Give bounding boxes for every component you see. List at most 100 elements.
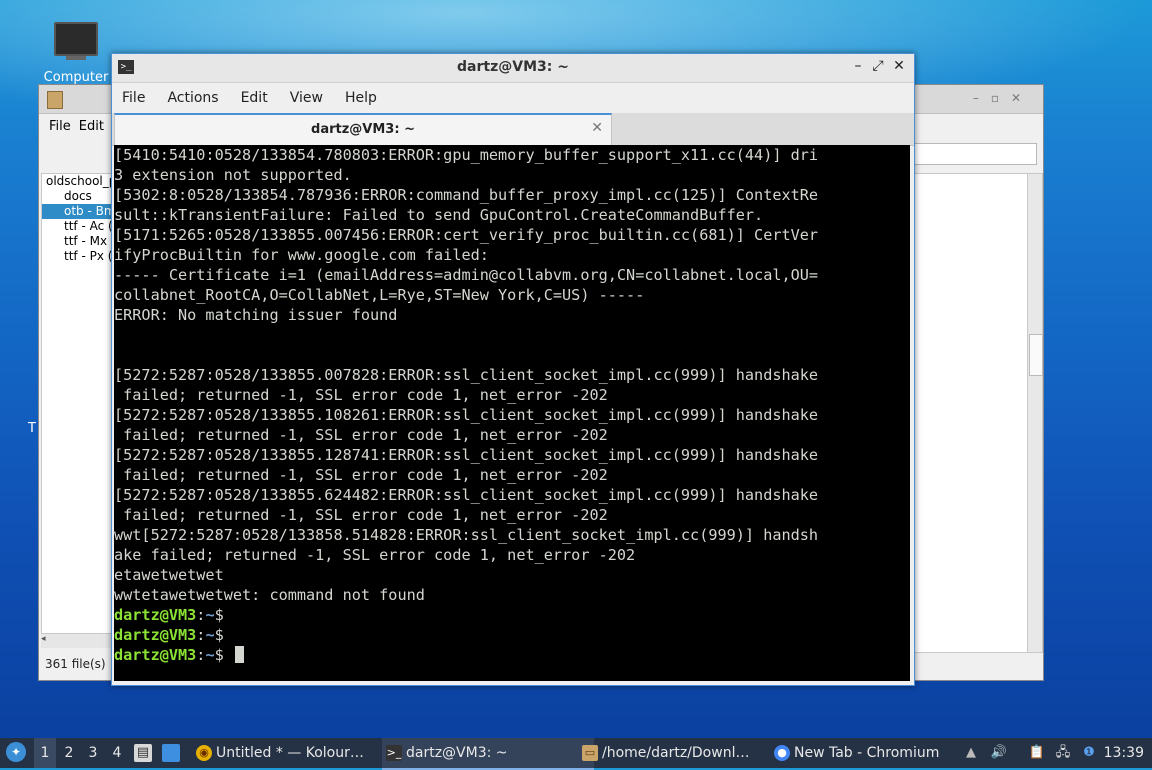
chromium-icon: ● (774, 745, 790, 761)
clipboard-icon[interactable]: 📋 (1028, 744, 1046, 762)
kolourpaint-icon: ◉ (196, 745, 212, 761)
terminal-menubar: File Actions Edit View Help (112, 83, 914, 113)
tree-item[interactable]: ttf - Ac ( (42, 219, 114, 234)
prompt-path: ~ (205, 626, 215, 644)
desktop-computer-label: Computer (43, 70, 109, 85)
task-kolourpaint[interactable]: ◉ Untitled * — Kolour… (192, 738, 402, 768)
terminal-tab[interactable]: dartz@VM3: ~ ✕ (114, 113, 612, 146)
terminal-line: sult::kTransientFailure: Failed to send … (114, 206, 764, 224)
tree-item[interactable]: docs (42, 189, 114, 204)
task-label: New Tab - Chromium (794, 745, 940, 761)
terminal-output[interactable]: [5410:5410:0528/133854.780803:ERROR:gpu_… (114, 145, 910, 681)
prompt-symbol: $ (214, 646, 224, 664)
terminal-cursor (234, 646, 244, 663)
terminal-line: [5272:5287:0528/133855.007828:ERROR:ssl_… (114, 366, 819, 384)
volume-icon[interactable]: 🔊 (990, 744, 1008, 762)
prompt-path: ~ (205, 646, 215, 664)
clock[interactable]: 13:39 (1104, 738, 1144, 768)
menu-view[interactable]: View (290, 90, 323, 106)
file-manager-window-controls[interactable]: –▫✕ (973, 91, 1033, 105)
computer-icon (54, 22, 98, 56)
terminal-line: failed; returned -1, SSL error code 1, n… (114, 386, 608, 404)
terminal-line: wwtetawetwetwet: command not found (114, 586, 425, 604)
terminal-prompt-line: dartz@VM3:~$ (114, 605, 910, 625)
terminal-line: collabnet_RootCA,O=CollabNet,L=Rye,ST=Ne… (114, 286, 645, 304)
terminal-line: ----- Certificate i=1 (emailAddress=admi… (114, 266, 819, 284)
terminal-tab-label: dartz@VM3: ~ (311, 122, 415, 137)
network-icon[interactable]: 🖧 (1054, 744, 1072, 762)
workspace-3[interactable]: 3 (82, 738, 104, 768)
tab-close-icon[interactable]: ✕ (591, 120, 603, 136)
terminal-line: [5272:5287:0528/133855.128741:ERROR:ssl_… (114, 446, 819, 464)
terminal-line: ifyProcBuiltin for www.google.com failed… (114, 246, 489, 264)
desktop-trash-label[interactable]: T (28, 421, 36, 436)
terminal-line: failed; returned -1, SSL error code 1, n… (114, 506, 608, 524)
prompt-user-host: dartz@VM3 (114, 626, 197, 644)
terminal-line: etawetwetwet (114, 566, 224, 584)
file-manager-icon: ▭ (582, 745, 598, 761)
fm-vertical-scrollbar[interactable] (1027, 173, 1043, 653)
terminal-line: 3 extension not supported. (114, 166, 352, 184)
terminal-line: [5272:5287:0528/133855.624482:ERROR:ssl_… (114, 486, 819, 504)
task-label: dartz@VM3: ~ (406, 745, 508, 761)
terminal-window[interactable]: >_ dartz@VM3: ~ – ⤢ ✕ File Actions Edit … (111, 53, 915, 686)
workspace-4[interactable]: 4 (106, 738, 128, 768)
menu-actions[interactable]: Actions (167, 90, 218, 106)
start-menu-icon[interactable]: ✦ (6, 742, 26, 762)
terminal-line: [5410:5410:0528/133854.780803:ERROR:gpu_… (114, 146, 819, 164)
tree-item[interactable]: ttf - Mx (42, 234, 114, 249)
terminal-prompt-line: dartz@VM3:~$ (114, 625, 910, 645)
task-label: /home/dartz/Downl… (602, 745, 750, 761)
task-terminal[interactable]: >_ dartz@VM3: ~ (382, 738, 594, 770)
taskbar: ✦ 1 2 3 4 ▤ ◉ Untitled * — Kolour… >_ da… (0, 738, 1152, 770)
file-manager-icon (47, 91, 63, 109)
terminal-icon: >_ (386, 745, 402, 761)
fm-address-field[interactable] (911, 143, 1037, 165)
fm-directory-tree[interactable]: oldschool_p docs otb - Bm ttf - Ac (ttf - M… (41, 173, 115, 645)
fm-file-list[interactable] (913, 173, 1029, 653)
terminal-line: [5272:5287:0528/133855.108261:ERROR:ssl_… (114, 406, 819, 424)
fm-menu-file[interactable]: File (49, 119, 71, 134)
show-desktop-icon[interactable]: ▤ (134, 744, 152, 762)
terminal-line: ERROR: No matching issuer found (114, 306, 398, 324)
tree-item[interactable]: oldschool_p (42, 174, 114, 189)
terminal-line: [5171:5265:0528/133855.007456:ERROR:cert… (114, 226, 819, 244)
workspace-1[interactable]: 1 (34, 738, 56, 768)
prompt-symbol: $ (214, 626, 224, 644)
terminal-prompt-line: dartz@VM3:~$ (114, 645, 910, 665)
terminal-line: ake failed; returned -1, SSL error code … (114, 546, 636, 564)
fm-menu-edit[interactable]: Edit (79, 119, 104, 134)
tray-arrow-icon[interactable]: ▲ (962, 744, 980, 762)
fm-scrollbar-thumb[interactable] (1029, 334, 1043, 376)
terminal-window-title: dartz@VM3: ~ (457, 59, 569, 75)
terminal-line: failed; returned -1, SSL error code 1, n… (114, 466, 608, 484)
tree-item[interactable]: ttf - Px ( (42, 249, 114, 264)
menu-file[interactable]: File (122, 90, 145, 106)
fm-tree-scrollbar[interactable]: ◂ (41, 633, 113, 648)
task-file-manager[interactable]: ▭ /home/dartz/Downl… (578, 738, 786, 768)
task-chromium[interactable]: ● New Tab - Chromium (770, 738, 978, 768)
fm-status-text: 361 file(s) (45, 657, 106, 671)
close-icon[interactable]: ✕ (891, 58, 907, 74)
terminal-tabbar: dartz@VM3: ~ ✕ (112, 113, 914, 146)
terminal-titlebar[interactable]: >_ dartz@VM3: ~ – ⤢ ✕ (112, 54, 914, 83)
notification-icon[interactable]: ❶ (1080, 744, 1098, 762)
terminal-line: [5302:8:0528/133854.787936:ERROR:command… (114, 186, 819, 204)
prompt-symbol: $ (214, 606, 224, 624)
terminal-line: failed; returned -1, SSL error code 1, n… (114, 426, 608, 444)
minimize-icon[interactable]: – (850, 58, 866, 74)
window-switcher-icon[interactable] (162, 744, 180, 762)
desktop-computer-shortcut[interactable]: Computer (40, 22, 112, 85)
workspace-2[interactable]: 2 (58, 738, 80, 768)
menu-help[interactable]: Help (345, 90, 377, 106)
maximize-icon[interactable]: ⤢ (870, 58, 886, 74)
prompt-path: ~ (205, 606, 215, 624)
menu-edit[interactable]: Edit (241, 90, 268, 106)
terminal-line: wwt[5272:5287:0528/133858.514828:ERROR:s… (114, 526, 819, 544)
task-label: Untitled * — Kolour… (216, 745, 364, 761)
prompt-user-host: dartz@VM3 (114, 646, 197, 664)
prompt-user-host: dartz@VM3 (114, 606, 197, 624)
tree-item[interactable]: otb - Bm (42, 204, 114, 219)
